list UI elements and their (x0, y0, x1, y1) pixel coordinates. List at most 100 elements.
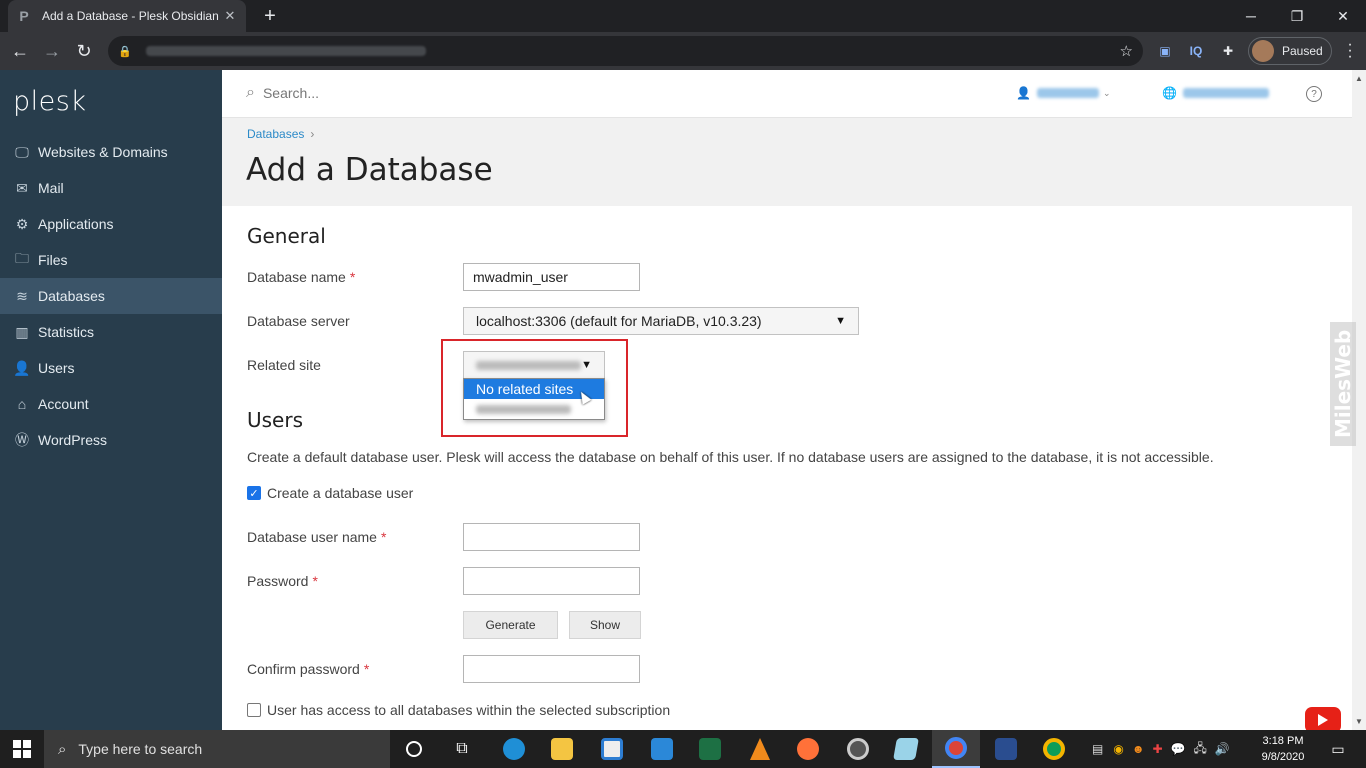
db-name-label: Database name * (247, 269, 355, 285)
tray-chrome-icon[interactable]: ◉ (1113, 742, 1123, 756)
search-box[interactable]: ⌕ Search... (246, 84, 319, 102)
user-name-label: Database user name * (247, 529, 386, 545)
puzzle-icon[interactable]: ✚ (1218, 41, 1238, 61)
tray-user-icon[interactable]: ☻ (1132, 742, 1145, 756)
close-window-button[interactable]: ✕ (1320, 0, 1366, 32)
minimize-button[interactable]: ─ (1228, 0, 1274, 32)
user-name-input[interactable] (463, 523, 640, 551)
task-view-icon[interactable]: ⧉ (438, 730, 486, 768)
username-blurred (1036, 88, 1099, 98)
users-description: Create a default database user. Plesk wi… (247, 449, 1214, 465)
db-server-select[interactable]: localhost:3306 (default for MariaDB, v10… (463, 307, 859, 335)
tray-chat-icon[interactable]: 💬 (1171, 742, 1186, 756)
chrome-icon[interactable] (1030, 730, 1078, 768)
taskbar-clock[interactable]: 3:18 PM 9/8/2020 (1250, 733, 1316, 765)
show-button[interactable]: Show (569, 611, 641, 639)
notifications-icon[interactable]: ▭ (1318, 730, 1358, 768)
forward-button[interactable]: → (38, 37, 66, 65)
sidebar: plesk 🖵 Websites & Domains ✉ Mail ⚙ Applicati… (0, 70, 222, 730)
sidebar-nav: 🖵 Websites & Domains ✉ Mail ⚙ Applications 🗀 Fi… (0, 134, 222, 458)
sidebar-item-label: Applications (38, 216, 114, 232)
tray-security-icon[interactable]: ✚ (1152, 742, 1162, 756)
domain-blurred (1182, 88, 1269, 98)
bookmark-star-icon[interactable]: ☆ (1120, 42, 1133, 60)
sidebar-item-users[interactable]: 👤 Users (0, 350, 222, 386)
start-button[interactable] (0, 730, 44, 768)
reload-button[interactable]: ↻ (70, 37, 98, 65)
search-icon: ⌕ (246, 84, 255, 101)
user-menu[interactable]: 👤 ⌄ (1016, 86, 1111, 100)
sidebar-item-wordpress[interactable]: Ⓦ WordPress (0, 422, 222, 458)
file-explorer-icon[interactable] (538, 730, 586, 768)
db-server-value: localhost:3306 (default for MariaDB, v10… (476, 313, 762, 329)
profile-button[interactable]: Paused (1248, 37, 1332, 65)
wordpress-icon: Ⓦ (15, 432, 29, 448)
plesk-logo[interactable]: plesk (13, 86, 86, 117)
taskbar-search-input[interactable]: Type here to search (78, 741, 202, 757)
create-user-label[interactable]: Create a database user (267, 485, 413, 501)
taskbar-search[interactable]: ⌕ Type here to search (44, 730, 390, 768)
remote-desktop-icon[interactable] (982, 730, 1030, 768)
sidebar-item-statistics[interactable]: ▥ Statistics (0, 314, 222, 350)
form-content: General Database name * mwadmin_user Data… (222, 206, 1352, 730)
confirm-password-label: Confirm password * (247, 661, 369, 677)
db-name-label-text: Database name (247, 269, 346, 285)
store-icon[interactable] (588, 730, 636, 768)
sidebar-item-mail[interactable]: ✉ Mail (0, 170, 222, 206)
generate-button[interactable]: Generate (463, 611, 558, 639)
user-icon: 👤 (1016, 86, 1031, 100)
page-header: Databases › Add a Database (222, 118, 1352, 206)
vlc-icon[interactable] (736, 730, 784, 768)
highlight-annotation (441, 339, 628, 437)
browser-tab[interactable]: P Add a Database - Plesk Obsidian ✕ (8, 0, 246, 32)
scroll-down-icon[interactable]: ▼ (1355, 717, 1363, 726)
back-button[interactable]: ← (6, 37, 34, 65)
help-icon[interactable]: ? (1306, 86, 1322, 102)
iq-extension-icon[interactable]: IQ (1186, 41, 1206, 61)
sidebar-item-websites-domains[interactable]: 🖵 Websites & Domains (0, 134, 222, 170)
firefox-icon[interactable] (784, 730, 832, 768)
sidebar-item-account[interactable]: ⌂ Account (0, 386, 222, 422)
tray-app-icon[interactable]: ▤ (1092, 742, 1103, 756)
maximize-button[interactable]: ❐ (1274, 0, 1320, 32)
cortana-icon[interactable] (390, 730, 438, 768)
access-all-label[interactable]: User has access to all databases within … (267, 702, 670, 718)
confirm-password-label-text: Confirm password (247, 661, 360, 677)
breadcrumb: Databases › (247, 127, 314, 141)
excel-icon[interactable] (686, 730, 734, 768)
watermark: MilesWeb (1330, 322, 1356, 446)
chevron-down-icon: ▼ (835, 315, 846, 327)
access-all-checkbox[interactable] (247, 703, 261, 717)
new-tab-button[interactable]: + (258, 4, 282, 28)
scroll-up-icon[interactable]: ▲ (1355, 74, 1363, 83)
edge-icon[interactable] (490, 730, 538, 768)
close-tab-icon[interactable]: ✕ (222, 8, 238, 24)
bar-chart-icon: ▥ (15, 323, 29, 340)
breadcrumb-databases[interactable]: Databases (247, 127, 304, 141)
notepad-icon[interactable] (882, 730, 930, 768)
browser-tab-bar: P Add a Database - Plesk Obsidian ✕ + ─ … (0, 0, 1366, 32)
password-label: Password * (247, 573, 318, 589)
media-player-icon[interactable] (834, 730, 882, 768)
volume-icon[interactable]: 🔊 (1215, 742, 1230, 756)
extension-icon[interactable]: ▣ (1156, 41, 1174, 61)
confirm-password-input[interactable] (463, 655, 640, 683)
chrome-active-icon[interactable] (932, 730, 980, 768)
profile-status: Paused (1282, 44, 1323, 58)
create-user-checkbox[interactable]: ✓ (247, 486, 261, 500)
required-mark: * (349, 269, 356, 285)
sidebar-item-applications[interactable]: ⚙ Applications (0, 206, 222, 242)
subscription-menu[interactable]: 🌐 (1162, 86, 1269, 100)
sidebar-item-databases[interactable]: ≋ Databases (0, 278, 222, 314)
network-icon[interactable]: 🖧 (1193, 739, 1206, 760)
sidebar-item-label: Account (38, 396, 89, 412)
search-input[interactable]: Search... (263, 85, 319, 101)
address-bar[interactable]: 🔒 ☆ (108, 36, 1143, 66)
sidebar-item-files[interactable]: 🗀 Files (0, 242, 222, 278)
db-name-input[interactable]: mwadmin_user (463, 263, 640, 291)
mail-icon[interactable] (638, 730, 686, 768)
play-icon (1318, 714, 1328, 726)
menu-dots-icon[interactable]: · · · (1342, 37, 1358, 65)
password-input[interactable] (463, 567, 640, 595)
sidebar-item-label: Users (38, 360, 75, 376)
